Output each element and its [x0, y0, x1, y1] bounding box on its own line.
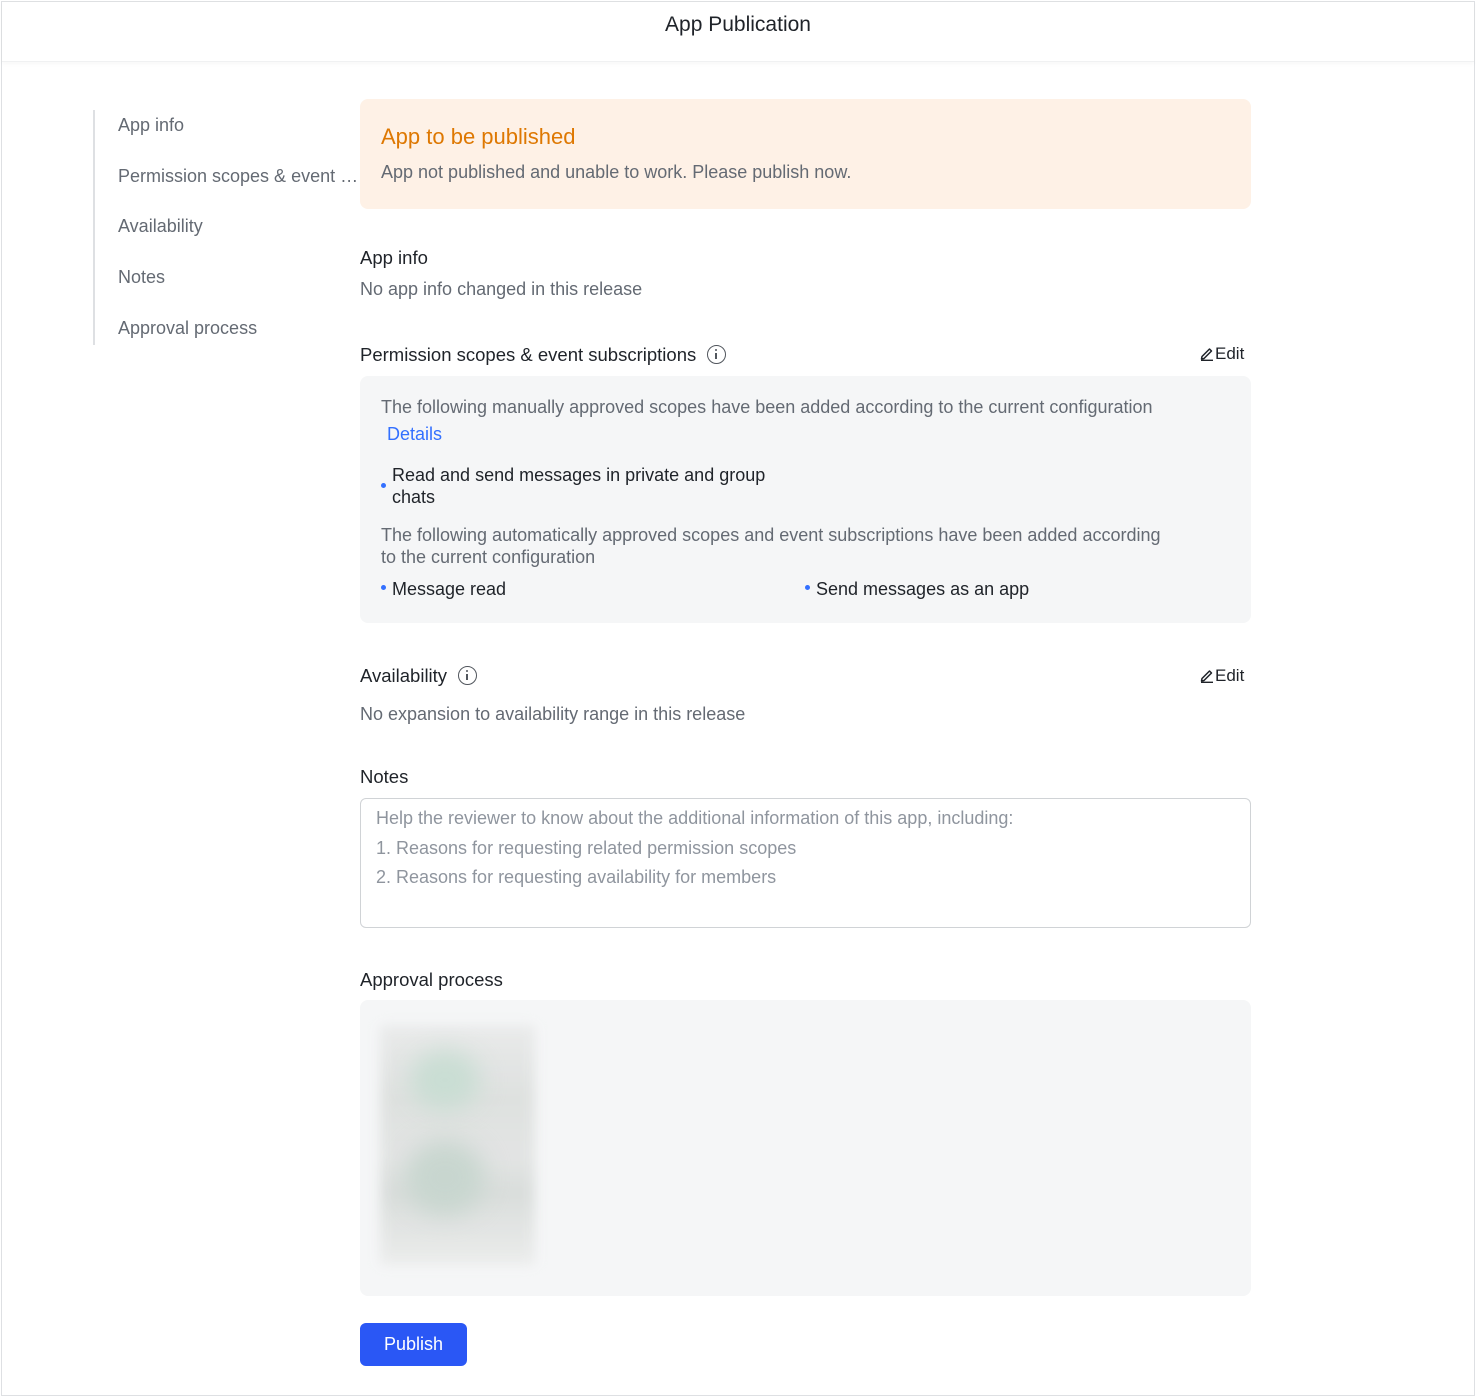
manual-scope-line-1: Read and send messages in private and gr…: [392, 465, 766, 485]
info-icon[interactable]: [458, 666, 478, 685]
section-anchor-nav: App info Permission scopes & event subsc…: [93, 110, 360, 345]
sidebar-item-approval-process[interactable]: Approval process: [118, 318, 360, 339]
app-info-heading: App info: [360, 247, 428, 268]
approval-process-panel: [360, 1000, 1251, 1296]
info-icon[interactable]: [707, 345, 727, 364]
availability-text: No expansion to availability range in th…: [360, 704, 746, 724]
auto-scopes-description-line-1: The following automatically approved sco…: [381, 525, 1161, 545]
page-header: App Publication: [2, 2, 1474, 62]
sidebar-item-permission-scopes[interactable]: Permission scopes & event subscriptions: [118, 166, 360, 187]
permissions-heading: Permission scopes & event subscriptions: [360, 344, 727, 366]
page-title: App Publication: [665, 13, 811, 36]
edit-availability-button[interactable]: Edit: [1200, 666, 1244, 686]
banner-text: App not published and unable to work. Pl…: [381, 162, 852, 182]
sidebar-item-availability[interactable]: Availability: [118, 216, 360, 237]
app-publication-window: App Publication App info Permission scop…: [1, 1, 1475, 1396]
notes-heading: Notes: [360, 766, 409, 787]
blurred-approver-avatar: [405, 1140, 485, 1215]
auto-scopes-description-line-2: to the current configuration: [381, 547, 596, 567]
sidebar-item-notes[interactable]: Notes: [118, 267, 360, 288]
app-info-text: No app info changed in this release: [360, 279, 643, 299]
pencil-icon: [1200, 348, 1213, 361]
auto-scope-item-message-read: Message read: [392, 579, 507, 599]
manual-scopes-description: The following manually approved scopes h…: [381, 397, 1153, 417]
unpublished-warning-banner: App to be published App not published an…: [360, 99, 1251, 209]
blurred-approver-avatar: [410, 1050, 480, 1110]
permissions-heading-label: Permission scopes & event subscriptions: [360, 344, 697, 365]
bullet-dot: [381, 483, 386, 488]
manual-scope-line-2: chats: [392, 487, 436, 507]
details-link[interactable]: Details: [387, 424, 442, 445]
publish-button[interactable]: Publish: [360, 1323, 467, 1366]
notes-textarea[interactable]: [360, 798, 1251, 928]
scopes-panel: The following manually approved scopes h…: [360, 376, 1251, 623]
approval-heading: Approval process: [360, 969, 503, 990]
bullet-dot: [805, 585, 810, 590]
banner-title: App to be published: [381, 124, 576, 149]
availability-heading: Availability: [360, 665, 478, 687]
edit-label: Edit: [1215, 344, 1245, 363]
edit-permissions-button[interactable]: Edit: [1200, 344, 1244, 364]
edit-label: Edit: [1215, 666, 1245, 685]
sidebar-item-app-info[interactable]: App info: [118, 115, 360, 136]
auto-scope-item-send-as-app: Send messages as an app: [816, 579, 1030, 599]
availability-heading-label: Availability: [360, 665, 448, 686]
bullet-dot: [381, 585, 386, 590]
pencil-icon: [1200, 670, 1213, 683]
manual-scope-item: Read and send messages in private and gr…: [392, 464, 765, 508]
